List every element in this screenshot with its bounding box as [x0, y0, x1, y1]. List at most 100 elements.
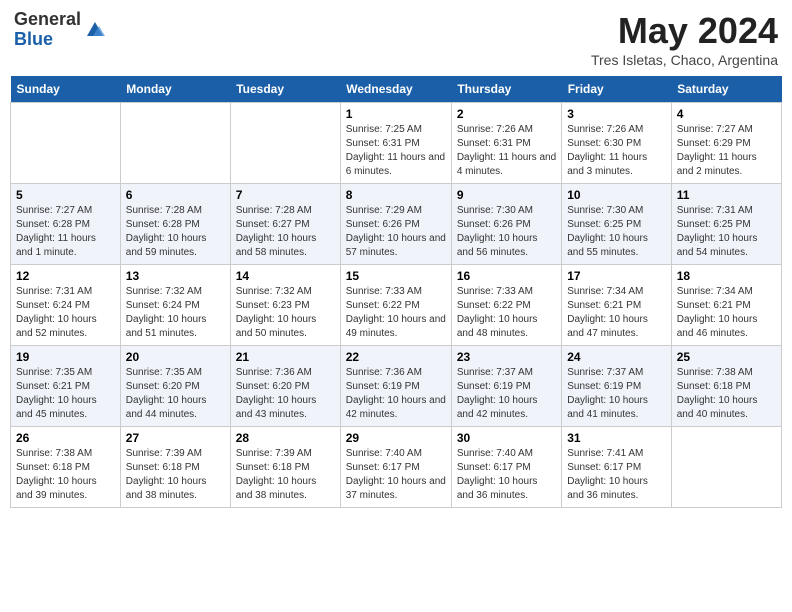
calendar-cell: 29 Sunrise: 7:40 AMSunset: 6:17 PMDayligh… [340, 427, 451, 508]
calendar-week-row: 19 Sunrise: 7:35 AMSunset: 6:21 PMDayligh… [11, 346, 782, 427]
day-info: Sunrise: 7:33 AMSunset: 6:22 PMDaylight:… [346, 285, 446, 341]
day-number: 12 [16, 269, 115, 283]
day-number: 14 [236, 269, 335, 283]
calendar-cell: 7 Sunrise: 7:28 AMSunset: 6:27 PMDaylight… [230, 184, 340, 265]
calendar-cell: 28Sunrise: 7:39 AMSunset: 6:18 PMDayligh… [230, 427, 340, 508]
calendar-cell: 4Sunrise: 7:27 AMSunset: 6:29 PMDaylight… [671, 103, 781, 184]
day-number: 6 [126, 188, 225, 202]
calendar-cell: 3Sunrise: 7:26 AMSunset: 6:30 PMDaylight… [562, 103, 672, 184]
calendar-cell: 18 Sunrise: 7:34 AMSunset: 6:21 PMDayligh… [671, 265, 781, 346]
day-info: Sunrise: 7:41 AMSunset: 6:17 PMDaylight:… [567, 447, 666, 503]
day-info: Sunrise: 7:35 AMSunset: 6:21 PMDaylight:… [16, 366, 115, 422]
calendar-cell: 22 Sunrise: 7:36 AMSunset: 6:19 PMDayligh… [340, 346, 451, 427]
day-number: 29 [346, 431, 446, 445]
day-info: Sunrise: 7:38 AMSunset: 6:18 PMDaylight:… [677, 366, 776, 422]
day-number: 11 [677, 188, 776, 202]
day-info: Sunrise: 7:29 AMSunset: 6:26 PMDaylight:… [346, 204, 446, 260]
day-number: 27 [126, 431, 225, 445]
logo-general-text: General [14, 9, 81, 29]
day-info: Sunrise: 7:32 AMSunset: 6:23 PMDaylight:… [236, 285, 335, 341]
day-info: Sunrise: 7:34 AMSunset: 6:21 PMDaylight:… [677, 285, 776, 341]
day-number: 15 [346, 269, 446, 283]
logo: General Blue [14, 10, 107, 50]
day-info: Sunrise: 7:26 AMSunset: 6:30 PMDaylight:… [567, 123, 666, 179]
day-number: 18 [677, 269, 776, 283]
day-number: 16 [457, 269, 556, 283]
calendar-cell: 12 Sunrise: 7:31 AMSunset: 6:24 PMDayligh… [11, 265, 121, 346]
calendar-cell: 20 Sunrise: 7:35 AMSunset: 6:20 PMDayligh… [120, 346, 230, 427]
day-info: Sunrise: 7:28 AMSunset: 6:28 PMDaylight:… [126, 204, 225, 260]
calendar-cell: 27 Sunrise: 7:39 AMSunset: 6:18 PMDayligh… [120, 427, 230, 508]
calendar-cell [671, 427, 781, 508]
calendar-cell [11, 103, 121, 184]
day-info: Sunrise: 7:30 AMSunset: 6:25 PMDaylight:… [567, 204, 666, 260]
weekday-header-sunday: Sunday [11, 76, 121, 103]
calendar-cell: 2 Sunrise: 7:26 AMSunset: 6:31 PMDaylight… [451, 103, 561, 184]
day-info: Sunrise: 7:39 AMSunset: 6:18 PMDaylight:… [126, 447, 225, 503]
day-number: 19 [16, 350, 115, 364]
day-info: Sunrise: 7:33 AMSunset: 6:22 PMDaylight:… [457, 285, 556, 341]
day-number: 5 [16, 188, 115, 202]
day-info: Sunrise: 7:35 AMSunset: 6:20 PMDaylight:… [126, 366, 225, 422]
day-info: Sunrise: 7:39 AMSunset: 6:18 PMDaylight:… [236, 447, 335, 503]
day-number: 2 [457, 107, 556, 121]
day-info: Sunrise: 7:31 AMSunset: 6:24 PMDaylight:… [16, 285, 115, 341]
day-number: 20 [126, 350, 225, 364]
calendar-cell: 23 Sunrise: 7:37 AMSunset: 6:19 PMDayligh… [451, 346, 561, 427]
title-block: May 2024 Tres Isletas, Chaco, Argentina [591, 10, 778, 68]
weekday-header-tuesday: Tuesday [230, 76, 340, 103]
day-info: Sunrise: 7:32 AMSunset: 6:24 PMDaylight:… [126, 285, 225, 341]
calendar-week-row: 1Sunrise: 7:25 AMSunset: 6:31 PMDaylight… [11, 103, 782, 184]
calendar-cell: 9 Sunrise: 7:30 AMSunset: 6:26 PMDaylight… [451, 184, 561, 265]
calendar-cell: 25 Sunrise: 7:38 AMSunset: 6:18 PMDayligh… [671, 346, 781, 427]
day-info: Sunrise: 7:40 AMSunset: 6:17 PMDaylight:… [346, 447, 446, 503]
day-info: Sunrise: 7:25 AMSunset: 6:31 PMDaylight:… [346, 123, 446, 179]
day-number: 4 [677, 107, 776, 121]
month-title: May 2024 [591, 10, 778, 52]
calendar-cell: 30 Sunrise: 7:40 AMSunset: 6:17 PMDayligh… [451, 427, 561, 508]
weekday-header-wednesday: Wednesday [340, 76, 451, 103]
calendar-cell: 11 Sunrise: 7:31 AMSunset: 6:25 PMDayligh… [671, 184, 781, 265]
day-info: Sunrise: 7:28 AMSunset: 6:27 PMDaylight:… [236, 204, 335, 260]
calendar-cell: 14 Sunrise: 7:32 AMSunset: 6:23 PMDayligh… [230, 265, 340, 346]
weekday-header-monday: Monday [120, 76, 230, 103]
day-number: 9 [457, 188, 556, 202]
day-number: 23 [457, 350, 556, 364]
weekday-header-thursday: Thursday [451, 76, 561, 103]
day-info: Sunrise: 7:40 AMSunset: 6:17 PMDaylight:… [457, 447, 556, 503]
day-number: 8 [346, 188, 446, 202]
calendar-cell: 19 Sunrise: 7:35 AMSunset: 6:21 PMDayligh… [11, 346, 121, 427]
calendar-cell: 15 Sunrise: 7:33 AMSunset: 6:22 PMDayligh… [340, 265, 451, 346]
calendar-cell: 16 Sunrise: 7:33 AMSunset: 6:22 PMDayligh… [451, 265, 561, 346]
day-number: 30 [457, 431, 556, 445]
day-info: Sunrise: 7:30 AMSunset: 6:26 PMDaylight:… [457, 204, 556, 260]
weekday-header-saturday: Saturday [671, 76, 781, 103]
day-info: Sunrise: 7:36 AMSunset: 6:20 PMDaylight:… [236, 366, 335, 422]
calendar-cell [120, 103, 230, 184]
day-number: 25 [677, 350, 776, 364]
location-text: Tres Isletas, Chaco, Argentina [591, 52, 778, 68]
calendar-cell: 6 Sunrise: 7:28 AMSunset: 6:28 PMDaylight… [120, 184, 230, 265]
calendar-table: SundayMondayTuesdayWednesdayThursdayFrid… [10, 76, 782, 508]
day-number: 24 [567, 350, 666, 364]
logo-icon [83, 18, 107, 42]
calendar-cell: 21Sunrise: 7:36 AMSunset: 6:20 PMDayligh… [230, 346, 340, 427]
day-number: 7 [236, 188, 335, 202]
calendar-cell [230, 103, 340, 184]
day-info: Sunrise: 7:26 AMSunset: 6:31 PMDaylight:… [457, 123, 556, 179]
calendar-cell: 13Sunrise: 7:32 AMSunset: 6:24 PMDayligh… [120, 265, 230, 346]
day-info: Sunrise: 7:36 AMSunset: 6:19 PMDaylight:… [346, 366, 446, 422]
calendar-cell: 24Sunrise: 7:37 AMSunset: 6:19 PMDayligh… [562, 346, 672, 427]
calendar-cell: 10Sunrise: 7:30 AMSunset: 6:25 PMDayligh… [562, 184, 672, 265]
calendar-cell: 26Sunrise: 7:38 AMSunset: 6:18 PMDayligh… [11, 427, 121, 508]
day-number: 31 [567, 431, 666, 445]
calendar-cell: 8 Sunrise: 7:29 AMSunset: 6:26 PMDaylight… [340, 184, 451, 265]
weekday-header-row: SundayMondayTuesdayWednesdayThursdayFrid… [11, 76, 782, 103]
calendar-cell: 1Sunrise: 7:25 AMSunset: 6:31 PMDaylight… [340, 103, 451, 184]
day-info: Sunrise: 7:37 AMSunset: 6:19 PMDaylight:… [457, 366, 556, 422]
day-info: Sunrise: 7:34 AMSunset: 6:21 PMDaylight:… [567, 285, 666, 341]
day-number: 22 [346, 350, 446, 364]
calendar-week-row: 5Sunrise: 7:27 AMSunset: 6:28 PMDaylight… [11, 184, 782, 265]
day-info: Sunrise: 7:38 AMSunset: 6:18 PMDaylight:… [16, 447, 115, 503]
day-info: Sunrise: 7:31 AMSunset: 6:25 PMDaylight:… [677, 204, 776, 260]
